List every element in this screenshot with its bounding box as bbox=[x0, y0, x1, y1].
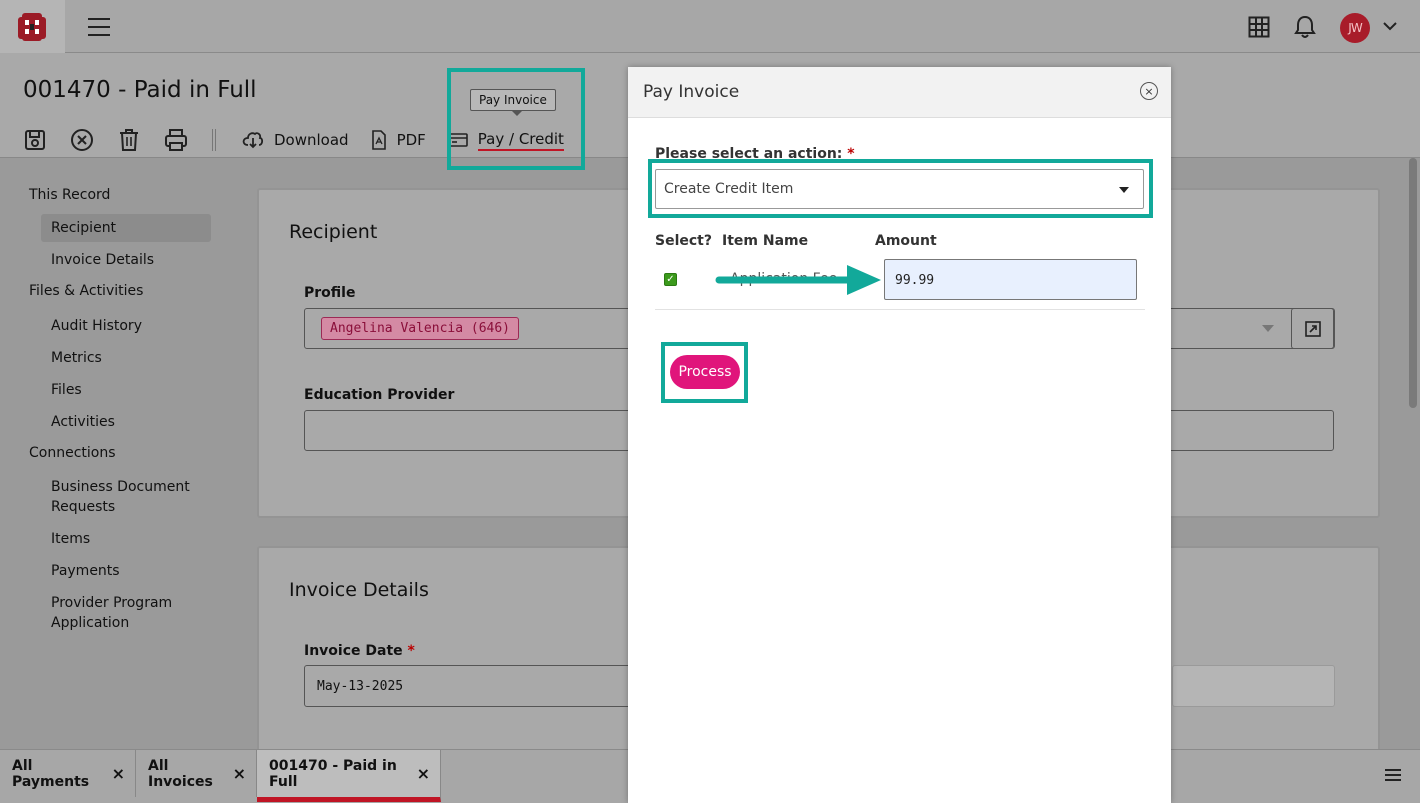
cancel-icon[interactable] bbox=[69, 127, 95, 153]
arrow-annotation-icon bbox=[715, 265, 881, 295]
close-tab-icon[interactable]: × bbox=[233, 764, 246, 783]
recipient-card-title: Recipient bbox=[289, 221, 378, 243]
process-highlight-box bbox=[661, 342, 748, 403]
external-link-icon bbox=[1305, 320, 1321, 337]
sidebar-item-activities[interactable]: Activities bbox=[51, 412, 115, 432]
sidebar-item-business-document-requests[interactable]: Business Document Requests bbox=[51, 477, 201, 517]
modal-title: Pay Invoice bbox=[643, 82, 740, 102]
tab-label: 001470 - Paid in Full bbox=[269, 757, 397, 790]
disabled-field bbox=[1172, 665, 1335, 707]
row-select-checkbox[interactable]: ✓ bbox=[664, 273, 677, 286]
open-record-button[interactable] bbox=[1291, 308, 1335, 349]
pdf-file-icon bbox=[371, 130, 386, 150]
profile-chip[interactable]: Angelina Valencia (646) bbox=[321, 317, 520, 340]
page-scrollbar[interactable] bbox=[1409, 158, 1417, 408]
nav-group-files-activities[interactable]: Files & Activities bbox=[29, 283, 143, 299]
save-icon[interactable] bbox=[22, 127, 48, 153]
column-header-amount: Amount bbox=[875, 233, 937, 249]
row-divider bbox=[655, 309, 1145, 310]
modal-header: Pay Invoice × bbox=[628, 67, 1171, 118]
pay-invoice-modal: Pay Invoice × Please select an action: *… bbox=[628, 67, 1171, 803]
pdf-label: PDF bbox=[396, 131, 426, 149]
sidebar-item-metrics[interactable]: Metrics bbox=[51, 348, 102, 368]
record-sidebar: This Record Recipient Invoice Details Fi… bbox=[0, 159, 240, 749]
download-button[interactable]: Download bbox=[242, 131, 349, 149]
sidebar-item-provider-program-application[interactable]: Provider Program Application bbox=[51, 593, 191, 633]
bell-icon[interactable] bbox=[1294, 15, 1316, 39]
invoice-date-field[interactable]: May-13-2025 bbox=[304, 665, 634, 707]
hamburger-menu-icon[interactable] bbox=[88, 18, 110, 36]
menu-icon[interactable] bbox=[1385, 768, 1401, 782]
sidebar-item-items[interactable]: Items bbox=[51, 529, 90, 549]
tab-label: All Invoices bbox=[148, 757, 213, 790]
invoice-date-value: May-13-2025 bbox=[317, 679, 404, 694]
logo-icon bbox=[18, 13, 46, 41]
close-tab-icon[interactable]: × bbox=[417, 764, 430, 783]
amount-value: 99.99 bbox=[895, 273, 935, 288]
avatar[interactable]: JW bbox=[1340, 13, 1370, 43]
logo-container[interactable] bbox=[0, 0, 65, 53]
tab-invoice-001470[interactable]: 001470 - Paid in Full × bbox=[257, 750, 441, 802]
nav-group-connections[interactable]: Connections bbox=[29, 445, 116, 461]
top-bar: JW bbox=[0, 0, 1420, 53]
action-select-highlight-box bbox=[648, 159, 1153, 218]
download-label: Download bbox=[274, 131, 349, 149]
tab-label: All Payments bbox=[12, 757, 90, 790]
page-title: 001470 - Paid in Full bbox=[23, 77, 257, 103]
close-tab-icon[interactable]: × bbox=[112, 764, 125, 783]
invoice-details-card-title: Invoice Details bbox=[289, 579, 429, 601]
trash-icon[interactable] bbox=[116, 127, 142, 153]
nav-group-this-record[interactable]: This Record bbox=[29, 187, 110, 203]
column-header-select: Select? bbox=[655, 233, 712, 249]
invoice-date-label: Invoice Date * bbox=[304, 643, 415, 659]
sidebar-item-payments[interactable]: Payments bbox=[51, 561, 120, 581]
sidebar-item-files[interactable]: Files bbox=[51, 380, 82, 400]
tab-all-payments[interactable]: All Payments × bbox=[0, 750, 136, 797]
sidebar-item-recipient[interactable]: Recipient bbox=[51, 218, 116, 238]
required-mark: * bbox=[407, 643, 415, 659]
invoice-date-label-text: Invoice Date bbox=[304, 643, 403, 659]
sidebar-item-audit-history[interactable]: Audit History bbox=[51, 316, 142, 336]
tab-all-invoices[interactable]: All Invoices × bbox=[136, 750, 257, 797]
dropdown-caret-icon[interactable] bbox=[1262, 325, 1274, 333]
cloud-download-icon bbox=[242, 132, 264, 149]
profile-label: Profile bbox=[304, 285, 356, 301]
toolbar-divider bbox=[212, 129, 216, 151]
apps-grid-icon[interactable] bbox=[1248, 16, 1270, 38]
sidebar-item-invoice-details[interactable]: Invoice Details bbox=[51, 250, 154, 270]
pdf-button[interactable]: PDF bbox=[371, 130, 426, 150]
pay-credit-highlight-box bbox=[447, 68, 585, 170]
print-icon[interactable] bbox=[163, 127, 189, 153]
close-icon[interactable]: × bbox=[1140, 82, 1158, 100]
chevron-down-icon[interactable] bbox=[1382, 20, 1398, 32]
education-provider-label: Education Provider bbox=[304, 387, 455, 403]
column-header-item-name: Item Name bbox=[722, 233, 809, 249]
amount-input[interactable]: 99.99 bbox=[884, 259, 1137, 300]
